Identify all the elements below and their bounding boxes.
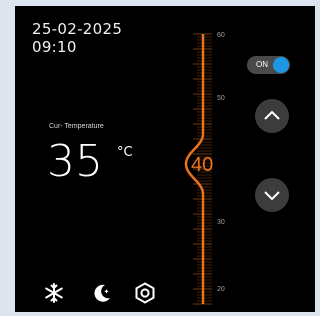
scale-label-60: 60 bbox=[217, 32, 225, 39]
temperature-up-button[interactable] bbox=[255, 99, 289, 133]
scale-label-20: 20 bbox=[217, 286, 225, 293]
moon-star-icon[interactable] bbox=[91, 282, 113, 304]
scale-label-30: 30 bbox=[217, 219, 225, 226]
snowflake-icon[interactable] bbox=[43, 282, 65, 304]
thermostat-panel: 25-02-2025 09:10 Cur- Temperature 35 °C … bbox=[15, 6, 315, 312]
temperature-down-button[interactable] bbox=[255, 178, 289, 212]
setpoint-value[interactable]: 40 bbox=[191, 154, 213, 176]
chevron-down-icon bbox=[264, 191, 280, 201]
temperature-slider[interactable]: 60 50 30 20 40 bbox=[15, 6, 315, 312]
chevron-up-icon bbox=[264, 110, 280, 120]
power-toggle-label: ON bbox=[256, 60, 268, 69]
power-toggle[interactable]: ON bbox=[247, 56, 290, 74]
scale-label-50: 50 bbox=[217, 95, 225, 102]
power-toggle-knob bbox=[273, 57, 289, 73]
hexagon-power-icon[interactable] bbox=[134, 282, 156, 304]
